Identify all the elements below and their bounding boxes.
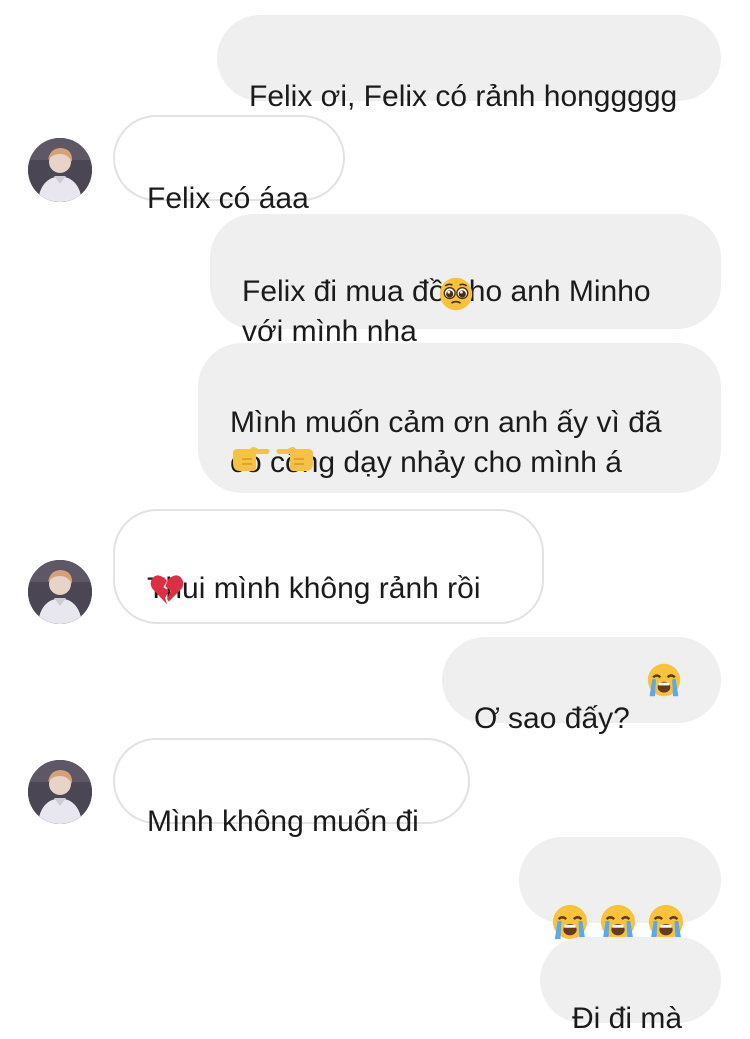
loudly-crying-face-icon xyxy=(551,903,589,941)
avatar[interactable] xyxy=(28,760,92,824)
message-bubble-received[interactable]: Thui mình không rảnh rồi xyxy=(113,509,544,624)
backhand-index-pointing-right-icon xyxy=(230,443,270,473)
message-text: Đi đi mà xyxy=(572,1002,683,1035)
message-text: Felix có áaa xyxy=(147,182,309,215)
loudly-crying-face-icon xyxy=(647,903,685,941)
avatar[interactable] xyxy=(28,138,92,202)
broken-heart-icon xyxy=(149,571,185,607)
message-text: Mình không muốn đi xyxy=(147,805,419,838)
backhand-index-pointing-left-icon xyxy=(276,443,316,473)
loudly-crying-face-icon xyxy=(646,662,682,698)
message-text: Felix ơi, Felix có rảnh honggggg xyxy=(249,80,678,113)
emoji-group xyxy=(551,903,685,941)
message-bubble-sent[interactable] xyxy=(519,837,721,923)
message-bubble-received[interactable]: Mình không muốn đi xyxy=(113,738,470,838)
message-bubble-sent[interactable]: Đi đi mà xyxy=(540,937,721,1035)
message-bubble-sent[interactable]: Mình muốn cảm ơn anh ấy vì đã có công dạ… xyxy=(198,343,721,493)
pointing-fingers-emoji xyxy=(230,443,316,473)
message-text: Thui mình không rảnh rồi xyxy=(147,572,481,605)
pleading-face-icon xyxy=(438,276,474,312)
avatar[interactable] xyxy=(28,560,92,624)
message-text: Ơ sao đấy? xyxy=(474,702,630,735)
message-bubble-sent[interactable]: Ơ sao đấy? xyxy=(442,637,721,735)
message-bubble-sent[interactable]: Felix đi mua đồ cho anh Minho với mình n… xyxy=(210,214,721,348)
message-bubble-received[interactable]: Felix có áaa xyxy=(113,115,345,215)
loudly-crying-face-icon xyxy=(599,903,637,941)
message-bubble-sent[interactable]: Felix ơi, Felix có rảnh honggggg xyxy=(217,15,721,113)
